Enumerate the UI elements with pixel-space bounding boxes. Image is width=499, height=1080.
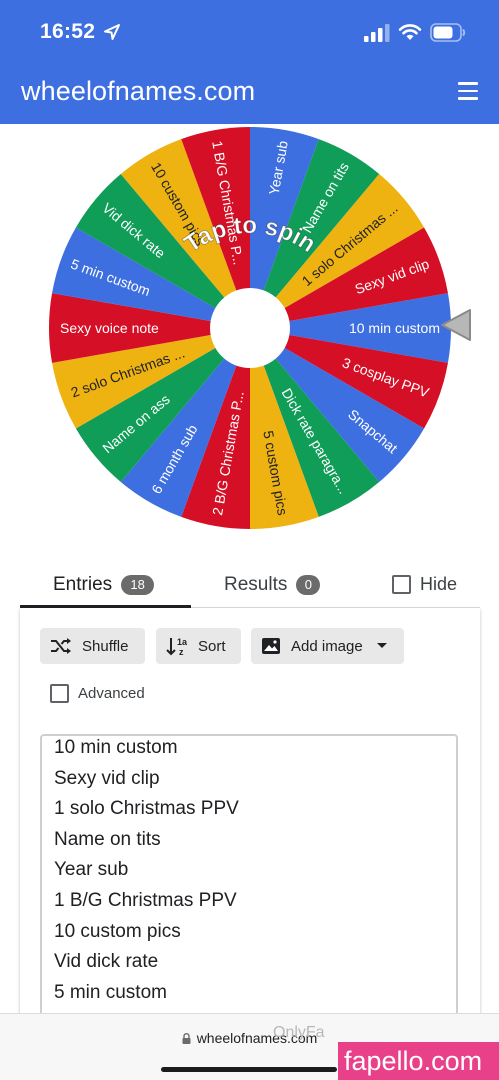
- svg-text:a: a: [182, 637, 188, 647]
- wheel[interactable]: 10 min custom 3 cosplay PPV Snapchat Dick r…: [40, 118, 460, 538]
- location-arrow-icon: [104, 24, 120, 40]
- entry-line: Sexy vid clip: [54, 767, 160, 789]
- entry-line: 10 custom pics: [54, 920, 181, 942]
- tab-results-label: Results: [224, 574, 288, 595]
- svg-text:z: z: [179, 647, 184, 656]
- site-title[interactable]: wheelofnames.com: [21, 76, 255, 107]
- tab-results[interactable]: Results 0: [224, 564, 321, 606]
- advanced-toggle[interactable]: Advanced: [50, 684, 145, 703]
- entry-line: 1 solo Christmas PPV: [54, 798, 239, 820]
- site-watermark: fapello.com: [338, 1042, 499, 1080]
- hide-toggle[interactable]: Hide: [392, 574, 457, 595]
- app-bar: wheelofnames.com: [0, 64, 499, 124]
- advanced-checkbox[interactable]: [50, 684, 69, 703]
- shuffle-icon: [51, 638, 71, 654]
- advanced-label: Advanced: [78, 685, 145, 702]
- add-image-label: Add image: [291, 637, 363, 655]
- status-bar: 16:52: [0, 0, 499, 64]
- entry-line: 10 min custom: [54, 737, 178, 758]
- status-time: 16:52: [40, 20, 96, 43]
- tab-entries[interactable]: Entries 18: [53, 564, 155, 606]
- entries-count-badge: 18: [121, 575, 155, 595]
- hamburger-menu-icon[interactable]: [458, 82, 478, 100]
- entries-list: 10 min custom Sexy vid clip 1 solo Christm…: [54, 736, 239, 1028]
- results-count-badge: 0: [296, 575, 321, 595]
- hide-checkbox[interactable]: [392, 575, 411, 594]
- lock-icon: [182, 1033, 191, 1044]
- entry-line: Name on tits: [54, 828, 161, 850]
- home-indicator: [161, 1067, 337, 1072]
- add-image-button[interactable]: Add image: [251, 628, 404, 664]
- shuffle-label: Shuffle: [82, 637, 129, 655]
- wheel-hub[interactable]: [210, 288, 290, 368]
- tab-bar: Entries 18 Results 0 Hide: [20, 564, 480, 608]
- sort-icon: 1 a z: [166, 637, 188, 656]
- chevron-down-icon: [376, 643, 387, 648]
- entry-line: 5 min custom: [54, 981, 167, 1003]
- sort-label: Sort: [198, 637, 226, 655]
- shuffle-button[interactable]: Shuffle: [40, 628, 145, 664]
- entry-line: 1 B/G Christmas PPV: [54, 889, 237, 911]
- wheel-svg[interactable]: 10 min custom3 cosplay PPVSnapchatDick r…: [40, 118, 460, 538]
- entry-line: Year sub: [54, 859, 129, 881]
- entries-textarea[interactable]: 10 min custom Sexy vid clip 1 solo Christm…: [40, 734, 458, 1028]
- hide-label: Hide: [420, 574, 458, 594]
- cellular-signal-icon: [364, 24, 390, 42]
- entries-panel: Shuffle 1 a z Sort Add image Advanced 10…: [20, 608, 480, 1028]
- wheel-segment-label: Sexy voice note: [60, 320, 159, 336]
- onlyfans-watermark: OnlyFa: [273, 1024, 325, 1041]
- wifi-icon: [398, 24, 422, 40]
- wheel-pointer-icon: [441, 309, 471, 341]
- sort-button[interactable]: 1 a z Sort: [156, 628, 241, 664]
- entry-line: Vid dick rate: [54, 951, 159, 973]
- image-icon: [262, 638, 280, 654]
- tab-entries-label: Entries: [53, 574, 113, 595]
- wheel-segment-label: 10 min custom: [349, 320, 440, 336]
- app-header: 16:52 wheelofnames.com: [0, 0, 499, 124]
- battery-icon: [430, 23, 466, 42]
